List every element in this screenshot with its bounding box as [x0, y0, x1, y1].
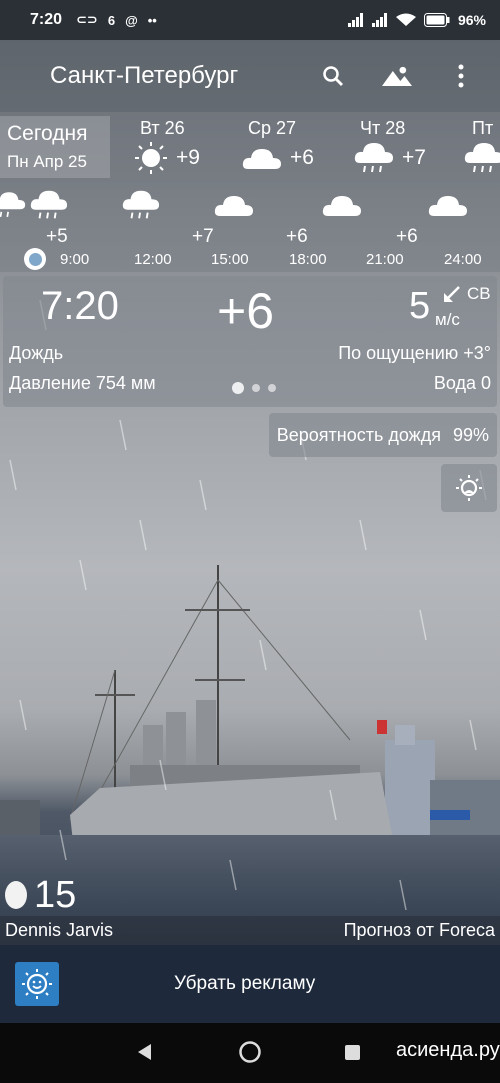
battery-percent: 96%: [457, 12, 486, 28]
signal-icon-2: [371, 13, 387, 27]
hour-time: 21:00: [366, 251, 404, 268]
hour-time: 9:00: [60, 251, 90, 268]
landscape-icon[interactable]: [382, 61, 412, 91]
rain-cloud-icon: [354, 143, 393, 173]
watermark: асиенда.ру: [396, 1039, 500, 1061]
today-label: Сегодня: [7, 122, 88, 145]
notification-icons: ⊂⊃ 6 @ ••: [76, 12, 157, 28]
moon-phase-icon[interactable]: [4, 880, 28, 910]
moon-day: 15: [34, 874, 77, 916]
dots-icon: ••: [147, 12, 157, 28]
app-bar-actions: [318, 61, 476, 91]
daily-forecast-strip[interactable]: Сегодня Пн Апр 25 Вт 26 +9 Ср 27 +6 Чт 2…: [0, 112, 500, 182]
rain-cloud-icon: [464, 143, 500, 173]
rain-cloud-icon: [122, 190, 160, 219]
hour-temp: +6: [396, 226, 418, 247]
app-bar: Санкт-Петербург: [0, 40, 500, 112]
current-temp: +6: [217, 283, 275, 339]
wifi-icon: [395, 13, 416, 26]
condition-text: Дождь: [9, 343, 64, 363]
hour-temp: +6: [286, 226, 308, 247]
status-time: 7:20: [30, 11, 63, 28]
cloud-icon: [428, 196, 467, 216]
back-icon[interactable]: [136, 1043, 152, 1061]
city-title[interactable]: Санкт-Петербург: [50, 62, 238, 90]
cloud-icon: [322, 196, 361, 216]
rain-cloud-icon: [0, 192, 26, 218]
hourly-forecast-strip[interactable]: +5 +7 +6 +6 9:00 12:00 15:00 18:00 21:00…: [0, 182, 500, 272]
status-bar: 7:20 ⊂⊃ 6 @ •• 96%: [0, 0, 500, 40]
current-conditions-card[interactable]: 7:20 +6 5 СВ м/с Дождь По ощущению +3° Д…: [3, 276, 497, 407]
hour-time: 15:00: [211, 251, 249, 268]
link-icon: ⊂⊃: [76, 12, 98, 27]
sun-info-button[interactable]: [441, 464, 497, 512]
rain-probability-panel[interactable]: Вероятность дождя 99%: [268, 413, 497, 457]
credits-bar: Dennis Jarvis Прогноз от Foreca: [0, 916, 500, 945]
hour-temp: +7: [192, 226, 214, 247]
weather-notification-label: 6: [107, 12, 116, 28]
signal-icon: [347, 13, 363, 27]
day-name: Ср 27: [248, 118, 297, 138]
rain-probability-label: Вероятность дождя: [276, 424, 441, 445]
cloud-icon: [214, 196, 253, 216]
wind-direction: СВ: [443, 284, 491, 304]
battery-icon: [423, 13, 450, 27]
rain-cloud-icon: [30, 190, 68, 219]
cloud-icon: [242, 149, 281, 169]
more-vert-icon[interactable]: [446, 61, 476, 91]
day-name: Вт 26: [140, 118, 185, 138]
page-dot: [268, 384, 276, 392]
day-name: Чт 28: [360, 118, 406, 138]
system-icons: 96%: [347, 12, 486, 28]
day-item[interactable]: Вт 26 +9: [134, 118, 200, 175]
remove-ads-banner[interactable]: Убрать рекламу: [0, 945, 500, 1023]
pressure: Давление 754 мм: [9, 373, 156, 393]
water-level: Вода 0: [433, 373, 491, 393]
sun-cloud-icon: [456, 475, 482, 501]
home-icon[interactable]: [238, 1040, 262, 1064]
day-temp: +9: [176, 146, 200, 169]
current-hour-marker: [24, 248, 46, 270]
hour-time: 24:00: [444, 251, 482, 268]
page-dot: [252, 384, 260, 392]
hour-temp: +5: [46, 226, 68, 247]
app-icon: [15, 962, 59, 1006]
hour-time: 12:00: [134, 251, 172, 268]
page-indicator: [232, 382, 276, 394]
navigation-bar: асиенда.ру: [0, 1023, 500, 1083]
day-item[interactable]: Чт 28 +7: [354, 118, 426, 175]
page-dot-active: [232, 382, 244, 394]
forecast-source[interactable]: Прогноз от Foreca: [344, 920, 495, 941]
current-time: 7:20: [41, 284, 119, 328]
smiling-sun-icon: [22, 969, 52, 999]
day-temp: +6: [290, 146, 314, 169]
hour-time: 18:00: [289, 251, 327, 268]
day-item[interactable]: Ср 27 +6: [242, 118, 314, 175]
day-temp: +7: [402, 146, 426, 169]
wind-direction-label: СВ: [467, 284, 491, 303]
wind-arrow-icon: [444, 286, 460, 302]
wind-speed: 5: [409, 285, 431, 327]
day-today[interactable]: Сегодня Пн Апр 25: [0, 116, 110, 178]
remove-ads-label[interactable]: Убрать рекламу: [174, 973, 315, 995]
rain-probability-value: 99%: [452, 424, 489, 445]
sun-icon: [135, 142, 167, 174]
feels-like: По ощущению +3°: [338, 343, 491, 363]
recents-icon[interactable]: [345, 1045, 360, 1060]
day-name: Пт: [472, 118, 494, 138]
today-date: Пн Апр 25: [7, 152, 87, 171]
wind-unit: м/с: [435, 310, 460, 329]
search-icon[interactable]: [318, 61, 348, 91]
photo-author[interactable]: Dennis Jarvis: [5, 920, 113, 941]
at-icon: @: [125, 12, 138, 28]
day-item[interactable]: Пт: [464, 118, 500, 175]
